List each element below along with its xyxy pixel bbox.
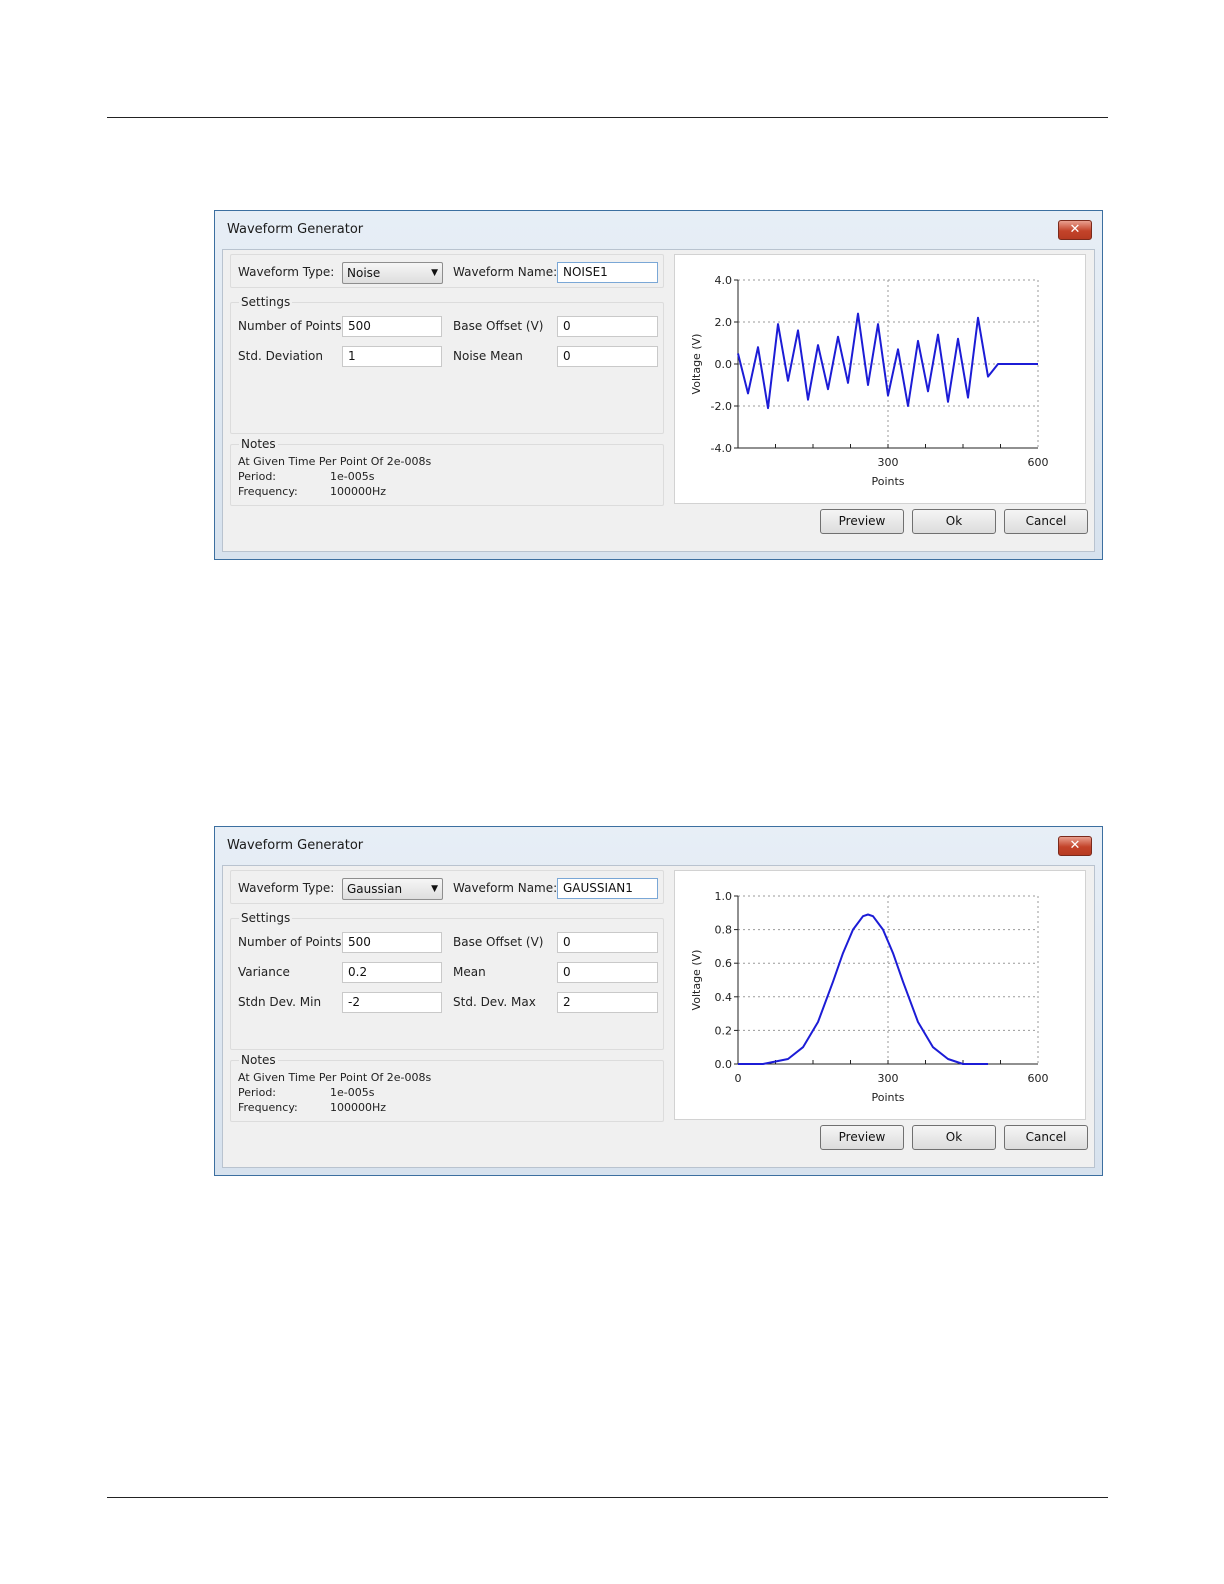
waveform-type-select[interactable]: Noise ▼ <box>342 262 443 284</box>
std-dev-max-label: Std. Dev. Max <box>453 995 536 1009</box>
notes-label: Notes <box>239 1053 278 1067</box>
page-footer-rule <box>107 1497 1108 1498</box>
waveform-preview-chart: 1.0 0.8 0.6 0.4 0.2 0.0 0 300 600 Points Voltage (… <box>674 870 1086 1120</box>
close-button[interactable]: ✕ <box>1058 220 1092 240</box>
base-offset-label: Base Offset (V) <box>453 319 544 333</box>
waveform-name-input[interactable]: GAUSSIAN1 <box>557 878 658 899</box>
dialog-title: Waveform Generator <box>227 222 364 237</box>
y-axis-label: Voltage (V) <box>690 950 703 1011</box>
dialog-title: Waveform Generator <box>227 838 364 853</box>
cancel-button[interactable]: Cancel <box>1004 509 1088 534</box>
std-dev-min-label: Stdn Dev. Min <box>238 995 322 1009</box>
waveform-name-label: Waveform Name: <box>453 881 558 895</box>
ok-button[interactable]: Ok <box>912 1125 996 1150</box>
chevron-down-icon: ▼ <box>431 268 438 278</box>
waveform-type-select[interactable]: Gaussian ▼ <box>342 878 443 900</box>
variance-label: Variance <box>238 965 290 979</box>
dialog-body: Waveform Type: Gaussian ▼ Waveform Name:… <box>222 865 1095 1168</box>
frequency-label: Frequency: <box>238 485 298 498</box>
notes-time-per-point: At Given Time Per Point Of 2e-008s <box>238 455 432 468</box>
x-tick-label: 600 <box>1028 456 1049 469</box>
x-tick-label: 600 <box>1028 1072 1049 1085</box>
y-tick-label: 0.4 <box>715 991 733 1004</box>
notes-time-per-point: At Given Time Per Point Of 2e-008s <box>238 1071 432 1084</box>
number-of-points-input[interactable]: 500 <box>342 932 442 953</box>
period-value: 1e-005s <box>330 470 375 483</box>
frequency-value: 100000Hz <box>330 1101 387 1114</box>
waveform-preview-chart: 4.0 2.0 0.0 -2.0 -4.0 300 600 Points Voltage (V) <box>674 254 1086 504</box>
x-tick-label: 0 <box>735 1072 742 1085</box>
mean-label: Mean <box>453 965 486 979</box>
preview-button[interactable]: Preview <box>820 1125 904 1150</box>
waveform-type-value: Gaussian <box>347 882 403 896</box>
y-tick-label: -4.0 <box>711 442 732 455</box>
frequency-value: 100000Hz <box>330 485 387 498</box>
number-of-points-label: Number of Points <box>238 935 342 949</box>
noise-mean-label: Noise Mean <box>453 349 523 363</box>
y-tick-label: 0.2 <box>715 1024 733 1037</box>
base-offset-input[interactable]: 0 <box>557 316 658 337</box>
x-axis-label: Points <box>871 1091 904 1104</box>
waveform-generator-dialog-gaussian: Waveform Generator ✕ Waveform Type: Gaus… <box>214 826 1103 1176</box>
std-dev-max-input[interactable]: 2 <box>557 992 658 1013</box>
y-tick-label: 0.0 <box>715 358 733 371</box>
page-header-rule <box>107 117 1108 118</box>
close-icon: ✕ <box>1069 222 1081 237</box>
x-tick-label: 300 <box>878 456 899 469</box>
title-bar[interactable]: Waveform Generator ✕ <box>215 827 1102 865</box>
series-line <box>738 913 988 1065</box>
settings-label: Settings <box>239 911 293 925</box>
y-tick-label: 2.0 <box>715 316 733 329</box>
x-tick-label: 300 <box>878 1072 899 1085</box>
noise-mean-input[interactable]: 0 <box>557 346 658 367</box>
period-label: Period: <box>238 1086 277 1099</box>
number-of-points-label: Number of Points <box>238 319 342 333</box>
y-tick-label: -2.0 <box>711 400 732 413</box>
preview-button[interactable]: Preview <box>820 509 904 534</box>
std-deviation-label: Std. Deviation <box>238 349 323 363</box>
close-button[interactable]: ✕ <box>1058 836 1092 856</box>
std-dev-min-input[interactable]: -2 <box>342 992 442 1013</box>
period-label: Period: <box>238 470 277 483</box>
y-tick-label: 4.0 <box>715 274 733 287</box>
y-tick-label: 1.0 <box>715 890 733 903</box>
settings-label: Settings <box>239 295 293 309</box>
close-icon: ✕ <box>1069 838 1081 853</box>
variance-input[interactable]: 0.2 <box>342 962 442 983</box>
notes-label: Notes <box>239 437 278 451</box>
x-axis-label: Points <box>871 475 904 488</box>
mean-input[interactable]: 0 <box>557 962 658 983</box>
dialog-body: Waveform Type: Noise ▼ Waveform Name: NO… <box>222 249 1095 552</box>
y-tick-label: 0.8 <box>715 924 733 937</box>
waveform-type-value: Noise <box>347 266 381 280</box>
y-tick-label: 0.0 <box>715 1058 733 1071</box>
base-offset-input[interactable]: 0 <box>557 932 658 953</box>
period-value: 1e-005s <box>330 1086 375 1099</box>
chevron-down-icon: ▼ <box>431 884 438 894</box>
waveform-name-input[interactable]: NOISE1 <box>557 262 658 283</box>
cancel-button[interactable]: Cancel <box>1004 1125 1088 1150</box>
waveform-type-label: Waveform Type: <box>238 881 335 895</box>
frequency-label: Frequency: <box>238 1101 298 1114</box>
ok-button[interactable]: Ok <box>912 509 996 534</box>
number-of-points-input[interactable]: 500 <box>342 316 442 337</box>
waveform-type-label: Waveform Type: <box>238 265 335 279</box>
std-deviation-input[interactable]: 1 <box>342 346 442 367</box>
waveform-name-label: Waveform Name: <box>453 265 558 279</box>
chart-svg: 4.0 2.0 0.0 -2.0 -4.0 300 600 Points Voltage (V) <box>690 274 1049 488</box>
base-offset-label: Base Offset (V) <box>453 935 544 949</box>
title-bar[interactable]: Waveform Generator ✕ <box>215 211 1102 249</box>
y-tick-label: 0.6 <box>715 957 733 970</box>
waveform-generator-dialog-noise: Waveform Generator ✕ Waveform Type: Nois… <box>214 210 1103 560</box>
y-axis-label: Voltage (V) <box>690 334 703 395</box>
chart-svg: 1.0 0.8 0.6 0.4 0.2 0.00 300 600 Points Voltage (… <box>690 890 1049 1104</box>
